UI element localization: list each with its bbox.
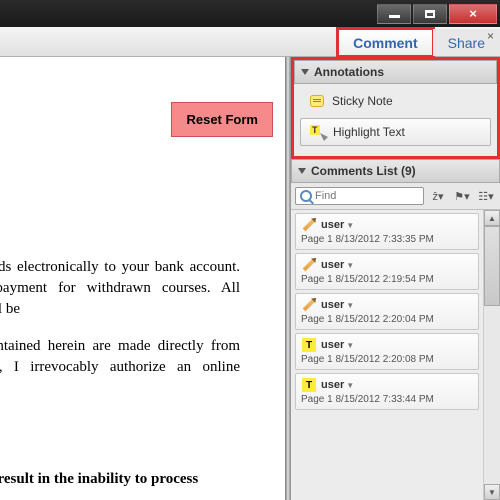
comments-list-title: Comments List (9): [311, 164, 416, 178]
search-icon: [300, 190, 312, 202]
sticky-note-icon: [308, 93, 326, 109]
window-titlebar: ×: [0, 0, 500, 27]
comment-item[interactable]: user▼ Page 1 8/15/2012 2:19:54 PM: [295, 253, 479, 290]
doc-heading-fragment: T): [0, 157, 240, 177]
find-input[interactable]: [315, 190, 419, 202]
filter-button[interactable]: ⚑▾: [452, 187, 472, 205]
highlight-icon: [309, 124, 327, 140]
tool-label: Sticky Note: [332, 94, 393, 108]
options-button[interactable]: ☷▾: [476, 187, 496, 205]
find-box[interactable]: [295, 187, 424, 205]
comment-item[interactable]: user▼ Page 1 8/15/2012 2:20:04 PM: [295, 293, 479, 330]
tab-comment[interactable]: Comment: [338, 29, 433, 56]
document-viewport[interactable]: Reset Form T) gfer of funds electronical…: [0, 57, 286, 500]
comment-meta: Page 1 8/13/2012 7:33:35 PM: [301, 234, 473, 245]
doc-paragraph: refunds contained herein are made direct…: [0, 336, 240, 399]
drawing-comment-icon: [301, 258, 317, 272]
sort-button[interactable]: ẑ▾: [428, 187, 448, 205]
drawing-comment-icon: [301, 298, 317, 312]
comment-sidebar: Annotations Sticky Note Highlight Text C…: [290, 57, 500, 500]
comment-meta: Page 1 8/15/2012 2:20:08 PM: [301, 354, 473, 365]
doc-paragraph: gfer of funds electronically to your ban…: [0, 257, 240, 320]
comment-user: user: [321, 259, 344, 271]
comments-list-header[interactable]: Comments List (9): [291, 159, 500, 183]
comment-user: user: [321, 219, 344, 231]
chevron-down-icon[interactable]: ▼: [346, 261, 354, 270]
collapse-icon: [298, 168, 306, 174]
annotations-title: Annotations: [314, 65, 384, 79]
scrollbar[interactable]: ▲ ▼: [483, 210, 500, 500]
comment-meta: Page 1 8/15/2012 7:33:44 PM: [301, 394, 473, 405]
scroll-thumb[interactable]: [484, 226, 500, 306]
annotations-panel: Annotations Sticky Note Highlight Text: [291, 57, 500, 159]
comment-item[interactable]: user▼ Page 1 8/13/2012 7:33:35 PM: [295, 213, 479, 250]
drawing-comment-icon: [301, 218, 317, 232]
chevron-down-icon[interactable]: ▼: [346, 221, 354, 230]
comments-container: user▼Page 1 8/13/2012 7:33:35 PMuser▼Pag…: [291, 210, 483, 500]
doc-paragraph-bold: ation may result in the inability to pro…: [0, 469, 240, 490]
chevron-down-icon[interactable]: ▼: [346, 381, 354, 390]
comment-user: user: [321, 379, 344, 391]
comments-list-toolbar: ẑ▾ ⚑▾ ☷▾: [291, 183, 500, 210]
panel-close-icon[interactable]: ×: [487, 29, 494, 43]
tool-label: Highlight Text: [333, 125, 405, 139]
scroll-down-button[interactable]: ▼: [484, 484, 500, 500]
highlight-comment-icon: T: [301, 338, 317, 352]
comment-user: user: [321, 339, 344, 351]
collapse-icon: [301, 69, 309, 75]
comment-meta: Page 1 8/15/2012 2:20:04 PM: [301, 314, 473, 325]
comment-meta: Page 1 8/15/2012 2:19:54 PM: [301, 274, 473, 285]
top-toolbar: × Comment Share: [0, 27, 500, 57]
highlight-comment-icon: T: [301, 378, 317, 392]
chevron-down-icon[interactable]: ▼: [346, 301, 354, 310]
chevron-down-icon[interactable]: ▼: [346, 341, 354, 350]
annotations-header[interactable]: Annotations: [294, 60, 497, 84]
comment-item[interactable]: Tuser▼ Page 1 8/15/2012 7:33:44 PM: [295, 373, 479, 410]
tool-highlight-text[interactable]: Highlight Text: [300, 118, 491, 146]
comment-item[interactable]: Tuser▼ Page 1 8/15/2012 2:20:08 PM: [295, 333, 479, 370]
comment-user: user: [321, 299, 344, 311]
window-minimize-button[interactable]: [377, 4, 411, 24]
window-close-button[interactable]: ×: [449, 4, 497, 24]
tool-sticky-note[interactable]: Sticky Note: [300, 88, 491, 114]
window-maximize-button[interactable]: [413, 4, 447, 24]
scroll-up-button[interactable]: ▲: [484, 210, 500, 226]
